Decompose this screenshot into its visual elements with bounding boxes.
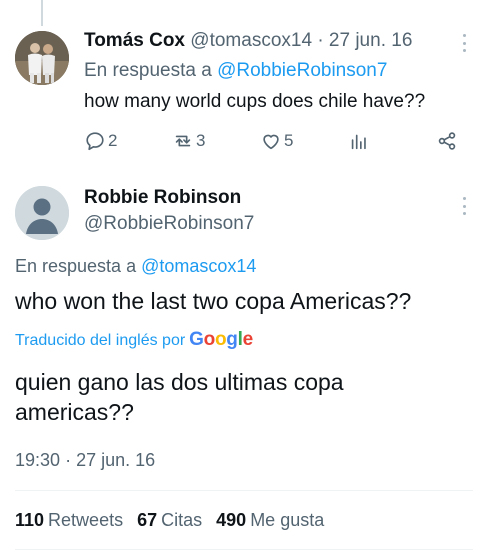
- tweet-timestamp[interactable]: 19:30 · 27 jun. 16: [15, 450, 155, 471]
- more-options-icon[interactable]: [461, 34, 467, 52]
- parent-tweet-header: Tomás Cox @tomascox14 · 27 jun. 16: [84, 30, 412, 52]
- likes-label: Me gusta: [250, 510, 325, 530]
- retweet-icon: [175, 135, 191, 147]
- tweet-text: how many world cups does chile have??: [84, 91, 426, 112]
- quotes-count: 67: [137, 510, 158, 530]
- divider: [15, 549, 473, 550]
- quotes-stat[interactable]: 67 Citas: [137, 510, 202, 531]
- tweet-date[interactable]: 27 jun. 16: [329, 30, 412, 51]
- header-separator: ·: [317, 30, 324, 51]
- translation-attribution[interactable]: Traducido del inglés por Google: [15, 329, 253, 351]
- reply-count: 2: [108, 131, 118, 150]
- reply-icon: [86, 132, 104, 151]
- share-button[interactable]: [436, 128, 458, 154]
- retweets-count: 110: [15, 510, 45, 530]
- retweets-stat[interactable]: 110 Retweets: [15, 510, 123, 531]
- like-count: 5: [284, 131, 294, 150]
- reply-button[interactable]: 2: [84, 128, 117, 154]
- share-icon: [438, 132, 456, 150]
- avatar[interactable]: [15, 186, 69, 240]
- author-name[interactable]: Robbie Robinson: [84, 187, 241, 209]
- tweet-date: 27 jun. 16: [76, 450, 156, 470]
- tweet-actions-bar: 2 3 5: [84, 128, 464, 154]
- author-handle[interactable]: @RobbieRobinson7: [84, 213, 254, 235]
- tweet-time: 19:30: [15, 450, 61, 470]
- default-avatar-icon: [15, 186, 69, 240]
- likes-stat[interactable]: 490 Me gusta: [216, 510, 324, 531]
- reply-to-mention[interactable]: @tomascox14: [141, 256, 256, 276]
- retweet-count: 3: [196, 131, 206, 150]
- divider: [15, 490, 473, 491]
- reply-prefix: En respuesta a: [15, 256, 137, 276]
- reply-prefix: En respuesta a: [84, 60, 212, 81]
- reply-context: En respuesta a @RobbieRobinson7: [84, 60, 387, 82]
- parent-tweet[interactable]: Tomás Cox @tomascox14 · 27 jun. 16 En re…: [0, 0, 488, 168]
- tweet-stats: 110 Retweets 67 Citas 490 Me gusta: [15, 510, 324, 531]
- analytics-button[interactable]: [348, 128, 370, 154]
- tweet-text: who won the last two copa Americas??: [15, 288, 412, 314]
- like-icon: [263, 134, 279, 150]
- avatar-photo-image: [15, 31, 69, 85]
- analytics-icon: [351, 134, 366, 150]
- google-logo: Google: [189, 329, 253, 350]
- likes-count: 490: [216, 510, 247, 530]
- retweets-label: Retweets: [48, 510, 124, 530]
- reply-context: En respuesta a @tomascox14: [15, 256, 256, 277]
- translated-label: Traducido del inglés por: [15, 332, 186, 349]
- more-options-icon[interactable]: [461, 197, 467, 215]
- quotes-label: Citas: [161, 510, 203, 530]
- author-name[interactable]: Tomás Cox: [84, 30, 185, 51]
- timestamp-separator: ·: [65, 450, 72, 470]
- avatar[interactable]: [15, 31, 69, 85]
- retweet-button[interactable]: 3: [172, 128, 205, 154]
- reply-to-mention[interactable]: @RobbieRobinson7: [217, 60, 387, 81]
- translated-text: quien gano las dos ultimas copa americas…: [15, 369, 344, 425]
- author-handle[interactable]: @tomascox14: [190, 30, 312, 51]
- like-button[interactable]: 5: [260, 128, 293, 154]
